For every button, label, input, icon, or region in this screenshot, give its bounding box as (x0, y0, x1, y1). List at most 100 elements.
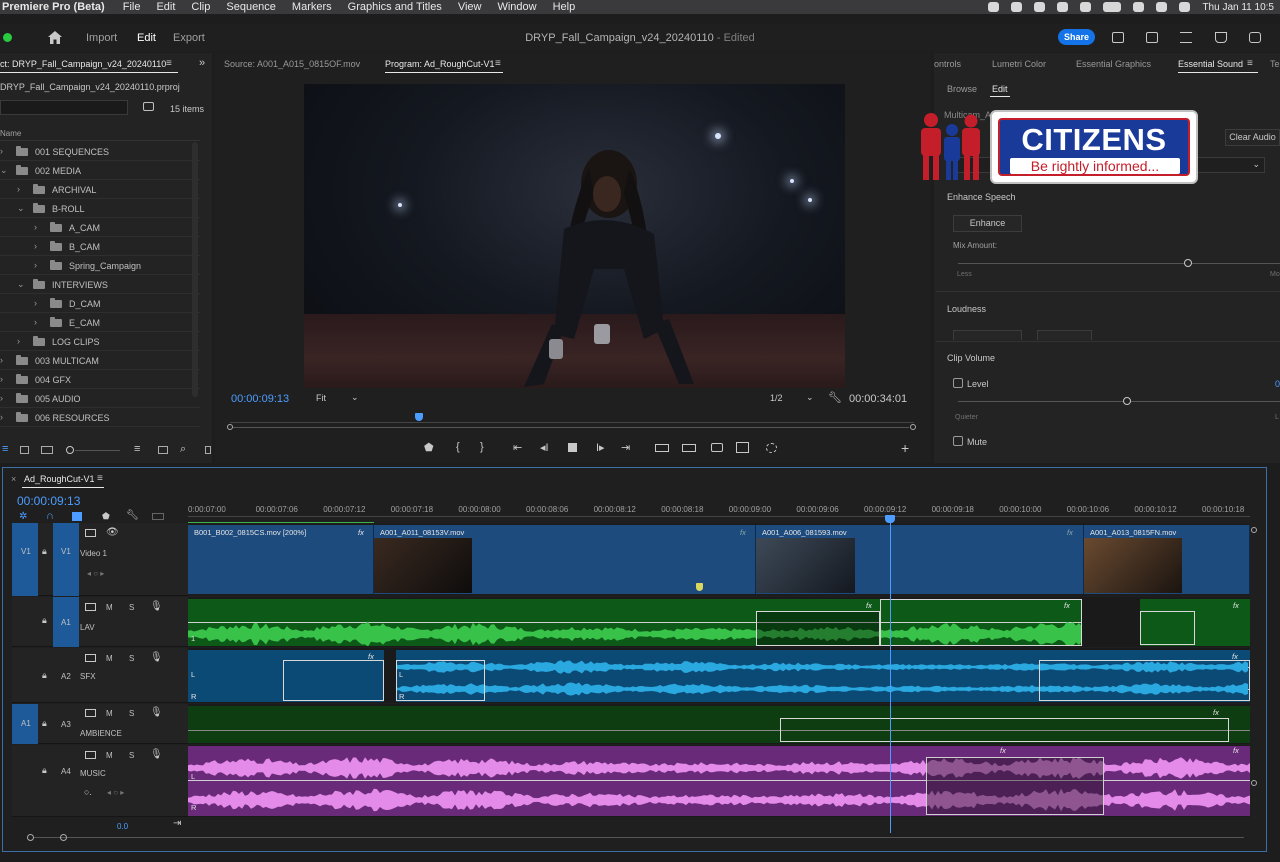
sync-lock-icon[interactable] (85, 654, 96, 662)
enhance-button[interactable]: Enhance (953, 215, 1022, 232)
project-scrollbar[interactable] (192, 142, 198, 397)
bin-row[interactable]: › Spring_Campaign (0, 256, 200, 275)
chevron-right-icon[interactable]: › (34, 317, 37, 327)
solo-track-button[interactable]: S (129, 709, 134, 718)
sync-lock-icon[interactable] (85, 603, 96, 611)
mute-track-button[interactable]: M (106, 751, 113, 760)
program-video-frame[interactable] (304, 84, 845, 388)
menu-icon[interactable] (1180, 32, 1192, 43)
menu-window[interactable]: Window (489, 1, 544, 13)
timeline-playhead-head[interactable] (885, 515, 895, 523)
panel-menu-icon[interactable]: ≡ (495, 58, 501, 69)
name-column[interactable]: Name (0, 129, 21, 138)
compare-view-icon[interactable] (736, 442, 749, 453)
bin-row[interactable]: › B_CAM (0, 237, 200, 256)
expand-panels-icon[interactable]: » (199, 57, 205, 69)
subtab-edit[interactable]: Edit (992, 84, 1008, 94)
resolution-dropdown[interactable]: 1/2 ⌄ (764, 391, 816, 405)
fit-dropdown[interactable]: Fit ⌄ (309, 391, 361, 405)
bin-row[interactable]: ⌄ INTERVIEWS (0, 275, 200, 294)
level-checkbox[interactable] (953, 378, 963, 388)
menu-view[interactable]: View (450, 1, 490, 13)
microphone-icon[interactable]: 🎙︎ (150, 601, 163, 612)
zoom-scroll-bar[interactable] (233, 427, 909, 428)
mark-out-icon[interactable]: } (480, 441, 484, 453)
menu-edit[interactable]: Edit (148, 1, 183, 13)
audio-clip-sfx-1[interactable]: L R fx (188, 650, 384, 702)
chevron-down-icon[interactable]: ⌄ (17, 279, 25, 290)
bin-row[interactable]: › D_CAM (0, 294, 200, 313)
add-marker-icon[interactable]: ⬟ (424, 441, 434, 454)
program-tab[interactable]: Program: Ad_RoughCut-V1 (385, 59, 495, 69)
mix-amount-knob[interactable] (1184, 259, 1192, 267)
track-scroll-handle[interactable] (1251, 780, 1257, 786)
chevron-right-icon[interactable]: › (34, 222, 37, 232)
lock-icon[interactable]: 🔒︎ (42, 615, 47, 626)
chevron-right-icon[interactable]: › (0, 412, 3, 422)
lift-icon[interactable] (655, 444, 669, 452)
bin-row[interactable]: › 006 RESOURCES (0, 408, 200, 427)
audio-clip-lav-2[interactable]: fx (1140, 599, 1250, 646)
video-clip-3[interactable]: A001_A006_081593.mov fx (756, 525, 1084, 594)
bin-row[interactable]: › A_CAM (0, 218, 200, 237)
bin-icon[interactable] (143, 102, 154, 111)
menu-sequence[interactable]: Sequence (218, 1, 284, 13)
tab-text[interactable]: Te (1270, 59, 1280, 69)
sync-lock-icon[interactable] (85, 529, 96, 537)
freeform-view-icon[interactable] (41, 446, 53, 454)
bin-row[interactable]: › 003 MULTICAM (0, 351, 200, 370)
bin-row[interactable]: › 001 SEQUENCES (0, 142, 200, 161)
battery-icon[interactable] (1103, 2, 1122, 12)
chevron-down-icon[interactable]: ⌄ (17, 203, 25, 214)
timeline-playhead-line[interactable] (890, 523, 891, 833)
track-level-value[interactable]: 0.0 (117, 822, 128, 831)
menu-help[interactable]: Help (545, 1, 584, 13)
menu-graphics[interactable]: Graphics and Titles (340, 1, 450, 13)
zoom-slider[interactable] (75, 450, 120, 451)
icon-view-icon[interactable] (20, 446, 29, 454)
sequence-tab[interactable]: Ad_RoughCut-V1 (24, 474, 95, 484)
timeline-timecode[interactable]: 00:00:09:13 (17, 494, 80, 508)
keyframe-nav[interactable]: ◂ ○ ▸ (107, 788, 124, 797)
bin-row[interactable]: ⌄ 002 MEDIA (0, 161, 200, 180)
source-patch-v1[interactable]: V1 (12, 523, 38, 596)
new-bin-icon[interactable] (205, 446, 211, 454)
mute-track-button[interactable]: M (106, 603, 113, 612)
bin-row[interactable]: › E_CAM (0, 313, 200, 332)
keyframe-nav[interactable]: ◂ ○ ▸ (87, 569, 104, 578)
keyframe-nav[interactable]: ○. (84, 787, 92, 797)
beta-flask-icon[interactable] (1215, 32, 1227, 43)
chevron-right-icon[interactable]: › (0, 393, 3, 403)
tab-lumetri-color[interactable]: Lumetri Color (992, 59, 1046, 69)
timeline-zoom-left-handle[interactable] (27, 834, 34, 841)
search-bin-icon[interactable]: ⌕ (180, 443, 186, 456)
ambience-transition[interactable] (780, 718, 1229, 742)
column-header[interactable]: Name (0, 125, 200, 141)
share-button[interactable]: Share (1058, 29, 1095, 45)
microphone-icon[interactable]: 🎙︎ (150, 749, 163, 760)
level-slider[interactable] (958, 401, 1280, 402)
solo-track-button[interactable]: S (129, 654, 134, 663)
go-to-in-icon[interactable]: ⇤ (513, 441, 522, 454)
microphone-icon[interactable]: 🎙︎ (150, 707, 163, 718)
vr-icon[interactable] (766, 443, 777, 453)
mix-amount-slider[interactable] (958, 263, 1280, 264)
fade-out-transition[interactable] (283, 660, 384, 701)
bin-row[interactable]: ⌄ B-ROLL (0, 199, 200, 218)
wifi-icon[interactable] (1133, 2, 1145, 12)
project-search-input[interactable] (0, 100, 128, 115)
add-marker-icon[interactable]: ⬟ (102, 511, 110, 522)
fade-in-transition[interactable] (396, 660, 485, 701)
camera-icon[interactable] (711, 443, 723, 452)
bin-row[interactable]: › ARCHIVAL (0, 180, 200, 199)
menubar-extra-icon[interactable] (1034, 2, 1046, 12)
chevron-right-icon[interactable]: › (17, 336, 20, 346)
close-icon[interactable]: × (11, 474, 16, 484)
eye-icon[interactable]: 👁︎ (106, 527, 119, 538)
search-icon[interactable] (1156, 2, 1168, 12)
source-tab[interactable]: Source: A001_A015_0815OF.mov (224, 59, 360, 69)
timeline-zoom-bar[interactable] (34, 837, 1244, 838)
timeline-zoom-right-handle[interactable] (60, 834, 67, 841)
export-icon[interactable] (1146, 32, 1158, 43)
tab-essential-sound[interactable]: Essential Sound (1178, 59, 1243, 69)
